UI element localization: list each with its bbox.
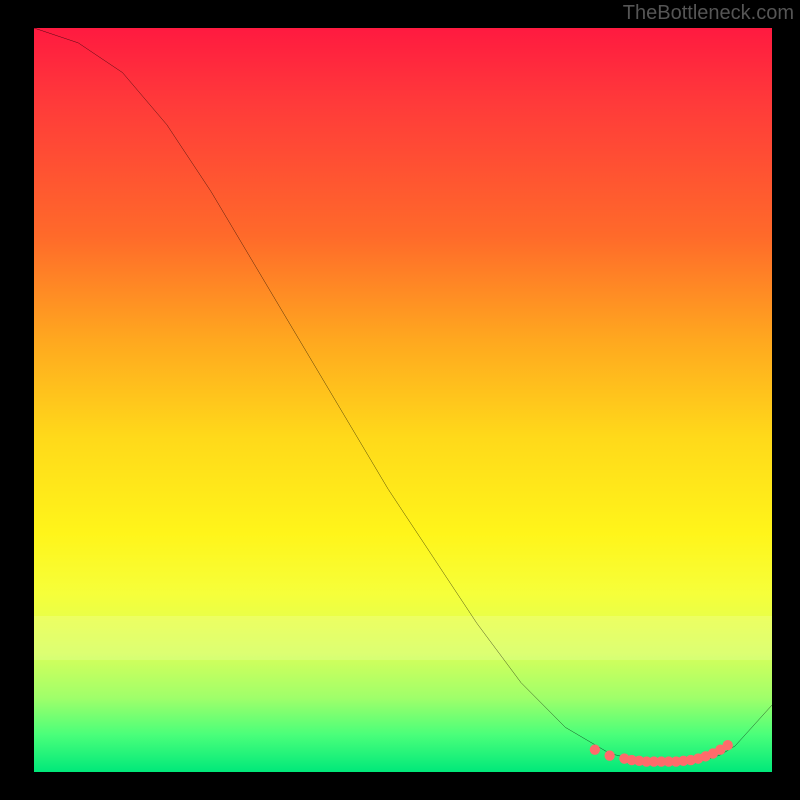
- watermark-text: TheBottleneck.com: [623, 2, 794, 25]
- highlight-dots: [590, 740, 733, 767]
- highlight-dot: [723, 740, 733, 750]
- chart-frame: TheBottleneck.com: [0, 0, 800, 800]
- bottleneck-curve: [34, 28, 772, 762]
- plot-area: [34, 28, 772, 772]
- highlight-dot: [604, 750, 614, 760]
- curve-layer: [34, 28, 772, 772]
- highlight-dot: [590, 744, 600, 754]
